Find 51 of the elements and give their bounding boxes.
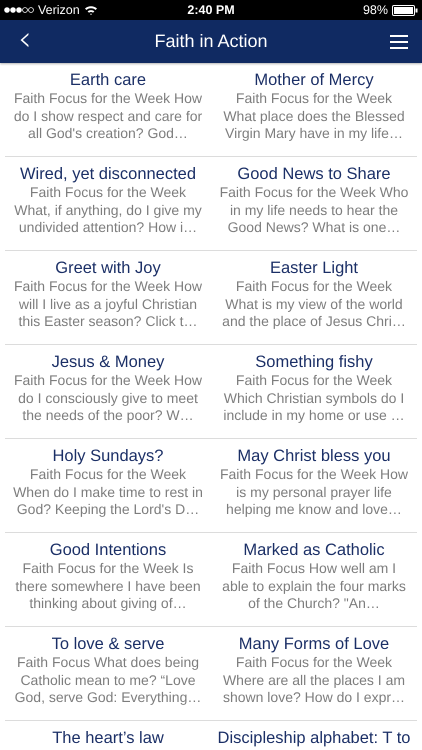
article-summary: Faith Focus for the Week Is there somewhere I have been thinking about giving of… (15, 560, 201, 612)
screen-title: Faith in Action (154, 31, 268, 52)
menu-icon[interactable] (390, 34, 408, 48)
article-summary: Faith Focus for the Week Who in my life needs to hear the Good News? What is one… (220, 184, 408, 236)
article-item[interactable]: To love & serve Faith Focus What does being Catholic mean to me? “Love God, serve God: Everything… (14, 635, 202, 720)
article-title: Something fishy (255, 353, 373, 372)
article-summary: Faith Focus for the Week How will I live as a joyful Christian this Easter season? Click t… (14, 278, 202, 330)
article-item[interactable]: Marked as Catholic Faith Focus How well am I able to explain the four marks of the Church? "An… (222, 541, 406, 626)
article-summary: Faith Focus What does being Catholic mean to me? “Love God, serve God: Everything… (14, 654, 202, 706)
article-title: Greet with Joy (55, 259, 161, 278)
article-title: Holy Sundays? (52, 447, 164, 466)
article-item[interactable]: May Christ bless you Faith Focus for the Week How is my personal prayer life helping me know and love… (220, 447, 408, 532)
back-button[interactable]: ‹ (12, 22, 38, 56)
article-summary: Faith Focus How well am I able to explain the four marks of the Church? "An… (222, 560, 406, 612)
article-title: Earth care (70, 71, 146, 90)
battery-percent: 98% (362, 3, 388, 17)
wifi-icon (84, 5, 98, 15)
article-title: Good Intentions (50, 541, 166, 560)
article-summary: Faith Focus for the Week Where are all the places I am shown love? How do I expr… (222, 654, 406, 706)
article-summary: Faith Focus for the Week How is my personal prayer life helping me know and love… (220, 466, 408, 518)
article-item[interactable]: Many Forms of Love Faith Focus for the Week Where are all the places I am shown love? How do I expr… (222, 635, 406, 720)
article-summary: Faith Focus for the Week How do I show respect and care for all God's creation? God… (14, 90, 202, 142)
article-item[interactable]: Something fishy Faith Focus for the Week Which Christian symbols do I include in my home or use … (223, 353, 405, 438)
article-title: May Christ bless you (237, 447, 391, 466)
article-title: Wired, yet disconnected (20, 165, 196, 184)
article-title: Good News to Share (237, 165, 391, 184)
article-title: To love & serve (52, 635, 164, 654)
article-summary: Faith Focus for the Week Which Christian symbols do I include in my home or use … (223, 372, 405, 424)
article-item[interactable]: Greet with Joy Faith Focus for the Week How will I live as a joyful Christian this Easter season? Click t… (14, 259, 202, 344)
article-summary: Faith Focus for the Week What, if anything, do I give my undivided attention? How i… (14, 184, 202, 236)
battery-icon (392, 4, 418, 16)
article-item[interactable]: Jesus & Money Faith Focus for the Week How do I consciously give to meet the needs of the poor? W… (14, 353, 202, 438)
status-time: 2:40 PM (187, 3, 235, 17)
article-item[interactable]: Earth care Faith Focus for the Week How do I show respect and care for all God's creation? God… (14, 71, 202, 156)
article-item[interactable]: Good Intentions Faith Focus for the Week Is there somewhere I have been thinking about giving of… (15, 541, 201, 626)
article-item[interactable]: Easter Light Faith Focus for the Week What is my view of the world and the place of Jesus Chri… (222, 259, 406, 344)
article-title: Easter Light (270, 259, 358, 278)
article-title: Mother of Mercy (254, 71, 374, 90)
article-summary: Faith Focus for the Week What is my view of the world and the place of Jesus Chri… (222, 278, 406, 330)
article-title: Many Forms of Love (238, 635, 390, 654)
article-item[interactable]: Mother of Mercy Faith Focus for the Week What place does the Blessed Virgin Mary have in my life… (223, 71, 405, 156)
article-title: Marked as Catholic (243, 541, 385, 560)
article-item[interactable]: Wired, yet disconnected Faith Focus for the Week What, if anything, do I give my undivided attention? How i… (14, 165, 202, 250)
signal-icon (4, 7, 34, 13)
article-summary: Faith Focus for the Week What place does the Blessed Virgin Mary have in my life… (223, 90, 405, 142)
article-title: Jesus & Money (52, 353, 164, 372)
article-summary: Faith Focus for the Week When do I make time to rest in God? Keeping the Lord's D… (13, 466, 203, 518)
article-item[interactable]: Holy Sundays? Faith Focus for the Week When do I make time to rest in God? Keeping the Lord's D… (13, 447, 203, 532)
article-summary: Faith Focus for the Week How do I consciously give to meet the needs of the poor? W… (14, 372, 202, 424)
carrier-name: Verizon (38, 3, 80, 17)
article-item[interactable]: Good News to Share Faith Focus for the Week Who in my life needs to hear the Good News? What is one… (220, 165, 408, 250)
